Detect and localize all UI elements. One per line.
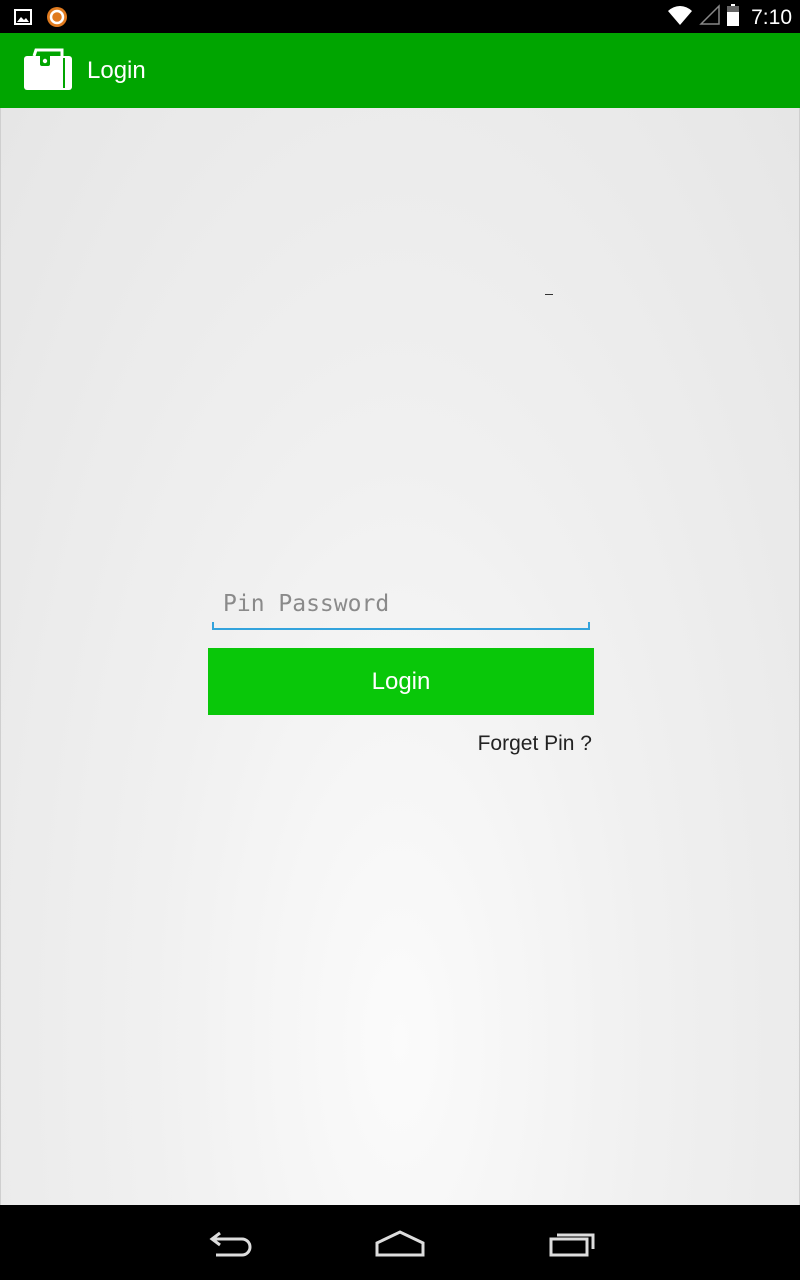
divider-mark	[545, 294, 553, 295]
forget-pin-link[interactable]: Forget Pin ?	[478, 732, 592, 756]
navigation-bar	[0, 1205, 800, 1280]
battery-icon	[727, 4, 740, 31]
login-content: Login Forget Pin ?	[0, 108, 800, 1205]
signal-icon	[699, 4, 721, 31]
pin-field[interactable]	[212, 582, 590, 630]
pin-password-input[interactable]	[212, 582, 590, 626]
wifi-icon	[667, 4, 693, 31]
status-time: 7:10	[751, 5, 792, 29]
app-bar: Login	[0, 33, 800, 108]
wallet-icon[interactable]	[22, 48, 74, 92]
screen: 7:10 Login Login Forget Pin ?	[0, 0, 800, 1280]
image-notification-icon	[14, 8, 32, 31]
app-notification-icon	[46, 6, 68, 33]
page-title: Login	[87, 57, 146, 84]
status-bar: 7:10	[0, 0, 800, 33]
pin-input-underline	[212, 622, 590, 630]
notification-icons	[14, 6, 68, 33]
back-icon[interactable]	[200, 1225, 260, 1261]
system-icons: 7:10	[667, 4, 792, 31]
login-button[interactable]: Login	[208, 648, 594, 715]
recent-apps-icon[interactable]	[542, 1225, 602, 1261]
home-icon[interactable]	[370, 1225, 430, 1261]
